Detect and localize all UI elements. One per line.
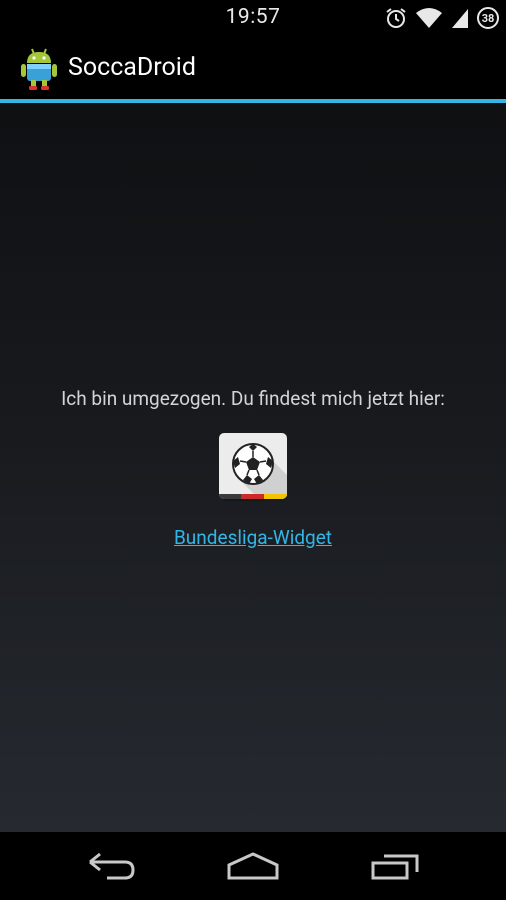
signal-icon — [452, 9, 468, 28]
status-icons: 38 — [385, 6, 499, 30]
action-bar: SoccaDroid — [0, 37, 506, 100]
soccer-ball-icon[interactable] — [219, 433, 287, 501]
status-bar: 19:57 38 — [0, 0, 506, 37]
main-content: Ich bin umgezogen. Du findest mich jetzt… — [0, 103, 506, 832]
recent-apps-icon — [371, 854, 419, 880]
recent-apps-button[interactable] — [355, 844, 435, 888]
screen: 19:57 38 SoccaDroid Ich bin umgezogen. D… — [0, 0, 506, 900]
wifi-icon — [416, 8, 442, 28]
moved-message: Ich bin umgezogen. Du findest mich jetzt… — [61, 387, 445, 410]
bundesliga-widget-link[interactable]: Bundesliga-Widget — [0, 526, 506, 549]
navigation-bar — [0, 832, 506, 900]
home-icon — [227, 852, 279, 880]
alarm-icon — [386, 8, 406, 28]
back-button[interactable] — [72, 844, 152, 888]
app-title: SoccaDroid — [68, 53, 196, 82]
home-button[interactable] — [213, 844, 293, 888]
android-soccer-icon[interactable] — [20, 45, 58, 91]
back-icon — [89, 852, 135, 880]
battery-icon: 38 — [477, 7, 499, 29]
